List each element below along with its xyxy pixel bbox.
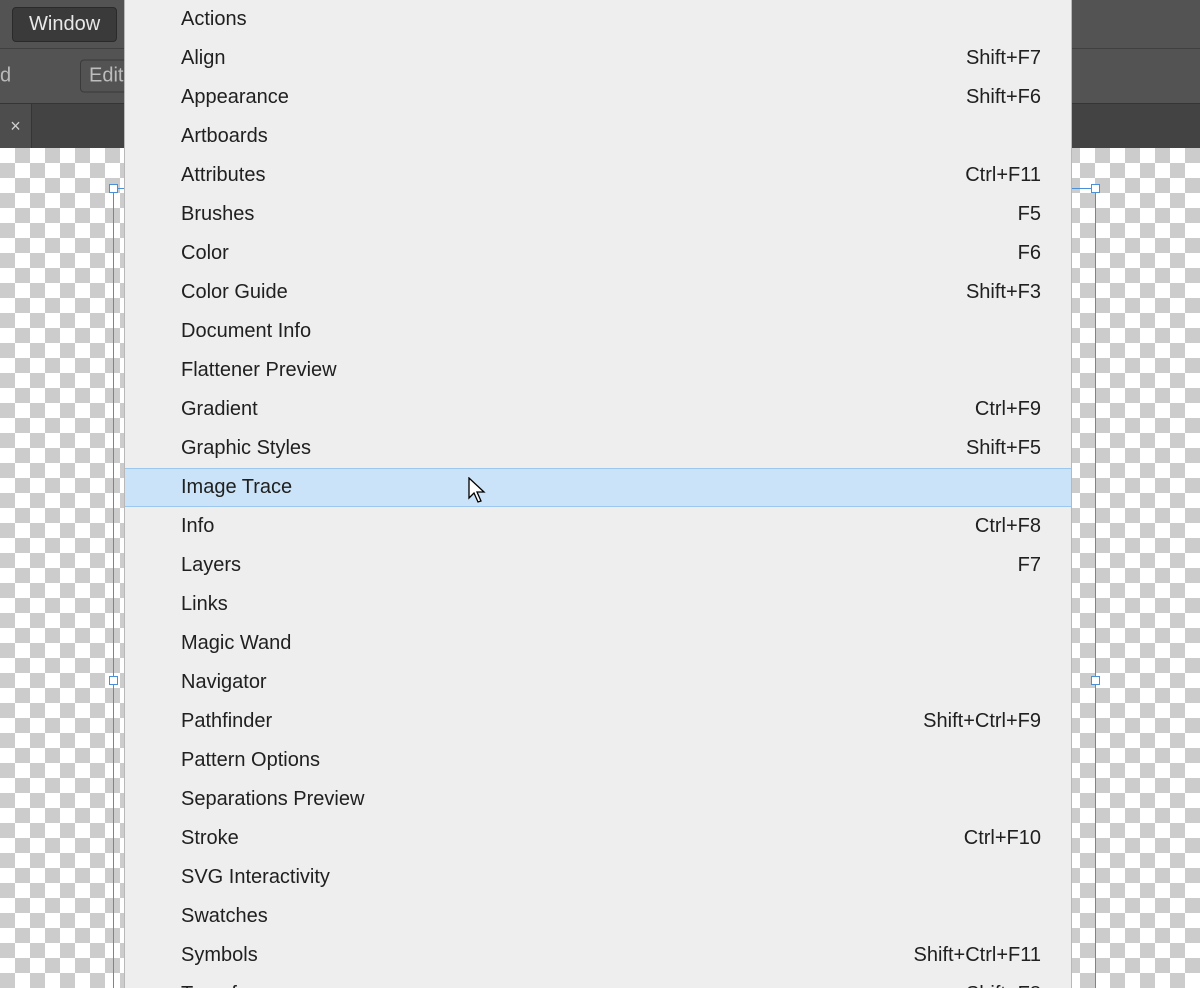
menu-item-label: Transform — [181, 983, 271, 988]
menu-item-appearance[interactable]: Appearance Shift+F6 — [125, 78, 1071, 117]
menu-item-flattener-preview[interactable]: Flattener Preview — [125, 351, 1071, 390]
menu-item-label: Gradient — [181, 398, 258, 421]
menu-item-label: Layers — [181, 554, 241, 577]
menu-item-shortcut: F6 — [1018, 242, 1041, 265]
menu-item-shortcut: Ctrl+F10 — [964, 827, 1041, 850]
menu-item-navigator[interactable]: Navigator — [125, 663, 1071, 702]
menu-item-label: Graphic Styles — [181, 437, 311, 460]
menu-item-shortcut: Shift+Ctrl+F11 — [914, 944, 1041, 967]
menu-item-color-guide[interactable]: Color Guide Shift+F3 — [125, 273, 1071, 312]
close-icon: × — [10, 116, 21, 137]
menu-item-shortcut: Shift+F7 — [966, 47, 1041, 70]
menu-item-shortcut: F5 — [1018, 203, 1041, 226]
menu-item-separations-preview[interactable]: Separations Preview — [125, 780, 1071, 819]
menu-item-label: Magic Wand — [181, 632, 291, 655]
menu-item-layers[interactable]: Layers F7 — [125, 546, 1071, 585]
options-bar-left-fragment: d — [0, 65, 11, 88]
menu-item-graphic-styles[interactable]: Graphic Styles Shift+F5 — [125, 429, 1071, 468]
menu-item-label: Align — [181, 47, 225, 70]
menu-item-label: Artboards — [181, 125, 268, 148]
window-menu-dropdown: Actions Align Shift+F7 Appearance Shift+F6 Ar… — [124, 0, 1072, 988]
menu-item-shortcut: Shift+F8 — [966, 983, 1041, 988]
menu-item-label: Appearance — [181, 86, 289, 109]
menu-item-shortcut: Ctrl+F11 — [965, 164, 1041, 187]
menu-item-links[interactable]: Links — [125, 585, 1071, 624]
menu-item-label: Swatches — [181, 905, 268, 928]
menu-item-label: Info — [181, 515, 214, 538]
selection-edge-left — [113, 188, 114, 988]
menu-item-pathfinder[interactable]: Pathfinder Shift+Ctrl+F9 — [125, 702, 1071, 741]
menu-item-artboards[interactable]: Artboards — [125, 117, 1071, 156]
menu-item-stroke[interactable]: Stroke Ctrl+F10 — [125, 819, 1071, 858]
menu-item-label: Attributes — [181, 164, 265, 187]
menu-item-label: Document Info — [181, 320, 311, 343]
selection-edge-right — [1095, 188, 1096, 988]
menu-item-shortcut: Ctrl+F8 — [975, 515, 1041, 538]
window-menu-button[interactable]: Window — [12, 7, 117, 42]
menu-item-label: Separations Preview — [181, 788, 364, 811]
menu-item-shortcut: Shift+F6 — [966, 86, 1041, 109]
menu-item-label: Symbols — [181, 944, 258, 967]
menu-item-swatches[interactable]: Swatches — [125, 897, 1071, 936]
window-menu-label: Window — [29, 13, 100, 35]
selection-handle-ml[interactable] — [109, 676, 118, 685]
menu-item-shortcut: Shift+F3 — [966, 281, 1041, 304]
menu-item-gradient[interactable]: Gradient Ctrl+F9 — [125, 390, 1071, 429]
menu-item-label: Navigator — [181, 671, 267, 694]
menu-item-shortcut: F7 — [1018, 554, 1041, 577]
menu-item-symbols[interactable]: Symbols Shift+Ctrl+F11 — [125, 936, 1071, 975]
selection-handle-mr[interactable] — [1091, 676, 1100, 685]
menu-item-label: Pattern Options — [181, 749, 320, 772]
menu-item-label: Flattener Preview — [181, 359, 337, 382]
menu-item-shortcut: Ctrl+F9 — [975, 398, 1041, 421]
menu-item-pattern-options[interactable]: Pattern Options — [125, 741, 1071, 780]
menu-item-shortcut: Shift+Ctrl+F9 — [923, 710, 1041, 733]
menu-item-color[interactable]: Color F6 — [125, 234, 1071, 273]
menu-item-brushes[interactable]: Brushes F5 — [125, 195, 1071, 234]
menu-item-align[interactable]: Align Shift+F7 — [125, 39, 1071, 78]
selection-handle-tl[interactable] — [109, 184, 118, 193]
menu-item-image-trace[interactable]: Image Trace — [125, 468, 1071, 507]
menu-item-magic-wand[interactable]: Magic Wand — [125, 624, 1071, 663]
menu-item-document-info[interactable]: Document Info — [125, 312, 1071, 351]
menu-item-label: Color — [181, 242, 229, 265]
menu-item-label: Actions — [181, 8, 247, 31]
menu-item-label: Pathfinder — [181, 710, 272, 733]
menu-item-shortcut: Shift+F5 — [966, 437, 1041, 460]
menu-item-svg-interactivity[interactable]: SVG Interactivity — [125, 858, 1071, 897]
menu-item-label: Brushes — [181, 203, 254, 226]
menu-item-label: SVG Interactivity — [181, 866, 330, 889]
menu-item-actions[interactable]: Actions — [125, 0, 1071, 39]
menu-item-label: Color Guide — [181, 281, 288, 304]
menu-item-label: Stroke — [181, 827, 239, 850]
menu-item-transform[interactable]: Transform Shift+F8 — [125, 975, 1071, 988]
menu-item-attributes[interactable]: Attributes Ctrl+F11 — [125, 156, 1071, 195]
menu-item-info[interactable]: Info Ctrl+F8 — [125, 507, 1071, 546]
document-tab-close[interactable]: × — [0, 104, 32, 149]
menu-item-label: Image Trace — [181, 476, 292, 499]
menu-item-label: Links — [181, 593, 228, 616]
selection-handle-tr[interactable] — [1091, 184, 1100, 193]
